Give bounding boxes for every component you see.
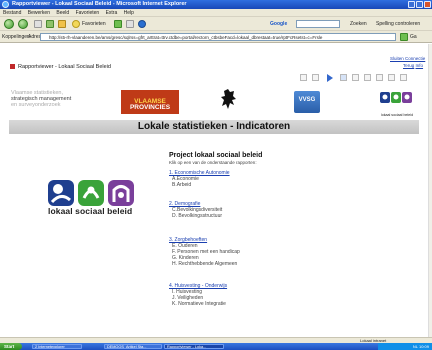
google-search-input[interactable]: [296, 20, 340, 28]
brand-caption: lokaal sociaal beleid: [48, 206, 133, 216]
report-item-normatieve-integratie[interactable]: K. Normatieve Integratie: [169, 301, 227, 307]
address-bar: Koppelingen Adres http://s5-rh-vlaandere…: [0, 31, 432, 43]
go-label[interactable]: Ga: [410, 33, 417, 41]
category-economische-autonomie: 1. Economische Autonomie A.Economie B.Ar…: [169, 170, 230, 188]
window-titlebar: Rapportviewer - Lokaal Sociaal Beleid - …: [0, 0, 432, 9]
menu-item-extra[interactable]: Extra: [106, 10, 118, 16]
logos-strip: Vlaamse statistieken, strategisch manage…: [9, 88, 419, 118]
first-page-icon[interactable]: [352, 74, 359, 81]
go-icon[interactable]: [400, 33, 408, 41]
taskbar-button-internetexplorer[interactable]: 2 Internetexplorer: [32, 344, 82, 349]
vlaamse-provincies-logo: VLAAMSE PROVINCIES: [121, 90, 179, 114]
start-button[interactable]: Start: [0, 343, 22, 350]
favorites-star-icon[interactable]: [72, 20, 80, 28]
taskbar-button-rapportviewer[interactable]: Rapportviewer - Loka...: [164, 344, 224, 349]
menu-item-favorieten[interactable]: Favorieten: [76, 10, 100, 16]
refresh-report-icon[interactable]: [340, 74, 347, 81]
mail-icon[interactable]: [126, 20, 134, 28]
app-logo-icon: [10, 64, 15, 69]
close-button[interactable]: [424, 1, 431, 8]
menu-item-bestand[interactable]: Bestand: [3, 10, 21, 16]
export-icon[interactable]: [300, 74, 307, 81]
taskbar-button-artikel[interactable]: DEMOOS_Artikel Sta...: [104, 344, 162, 349]
project-title: Project lokaal sociaal beleid: [169, 152, 263, 159]
links-label[interactable]: Koppelingen: [2, 33, 30, 41]
vertical-scrollbar[interactable]: [428, 44, 432, 337]
project-subtitle: Klik op een van de onderstaande rapporte…: [169, 160, 257, 165]
search-button[interactable]: Zoeken: [350, 20, 367, 28]
menu-bar: Bestand Bewerken Beeld Favorieten Extra …: [0, 9, 432, 17]
back-link[interactable]: Terug: [403, 63, 414, 68]
category-huisvesting-onderwijs: 4. Huisvesting - Onderwijs I. Huisvestin…: [169, 283, 227, 307]
stop-icon[interactable]: [34, 20, 42, 28]
vvsg-logo: VVSG: [294, 91, 320, 113]
taskbar: Start 2 Internetexplorer DEMOOS_Artikel …: [0, 343, 432, 350]
refresh-icon[interactable]: [46, 20, 54, 28]
close-connection-link[interactable]: Sluiten Connectie: [390, 56, 425, 61]
system-tray: NL 10:09: [378, 343, 432, 350]
report-item-rechthebbende-algemeen[interactable]: H. Rechthebbende Algemeen: [169, 261, 240, 267]
report-item-arbeid[interactable]: B.Arbeid: [169, 182, 230, 188]
spelling-button[interactable]: Spelling controleren: [376, 20, 432, 28]
address-input[interactable]: http://s5-rh-vlaanderen.be/ams/gresc/sql…: [40, 33, 396, 41]
strategisch-management-text: Vlaamse statistieken, strategisch manage…: [11, 90, 72, 108]
favorites-label[interactable]: Favorieten: [82, 20, 106, 28]
report-toolbar: [300, 74, 412, 82]
window-title: Rapportviewer - Lokaal Sociaal Beleid - …: [12, 1, 187, 7]
toolbar: Favorieten Google Zoeken Spelling contro…: [0, 17, 432, 31]
play-icon[interactable]: [327, 74, 333, 82]
menu-item-help[interactable]: Help: [124, 10, 134, 16]
small-logo-caption: lokaal sociaal beleid: [380, 113, 414, 117]
prev-page-icon[interactable]: [364, 74, 371, 81]
maximize-button[interactable]: [416, 1, 423, 8]
app-title: Rapportviewer - Lokaal Sociaal Beleid: [10, 64, 111, 70]
info-link[interactable]: Info: [416, 63, 424, 68]
print-icon[interactable]: [312, 74, 319, 81]
menu-item-bewerken[interactable]: Bewerken: [28, 10, 50, 16]
page-title: Lokale statistieken - Indicatoren: [9, 120, 419, 134]
report-item-bevolkingsstructuur[interactable]: D. Bevolkingsstructuur: [169, 213, 222, 219]
back-button[interactable]: [4, 19, 14, 29]
category-zorgbehoeften: 3. Zorgbehoeften E. Ouderen F. Personen …: [169, 237, 240, 267]
lokaal-sociaal-beleid-small-logo: [380, 92, 412, 103]
next-page-icon[interactable]: [376, 74, 383, 81]
home-icon[interactable]: [58, 20, 66, 28]
category-demografie: 2. Demografie C.Bevolkingsdiversiteit D.…: [169, 201, 222, 219]
google-label: Google: [270, 21, 288, 27]
flemish-lion-logo: [221, 89, 236, 109]
msn-icon[interactable]: [138, 20, 146, 28]
zoom-icon[interactable]: [400, 74, 407, 81]
menu-item-beeld[interactable]: Beeld: [56, 10, 69, 16]
last-page-icon[interactable]: [388, 74, 395, 81]
minimize-button[interactable]: [408, 1, 415, 8]
forward-button[interactable]: [18, 19, 28, 29]
internet-explorer-icon: [2, 1, 9, 8]
address-url: http://s5-rh-vlaanderen.be/ams/gresc/sql…: [49, 35, 323, 40]
top-links: Terug Info: [403, 63, 423, 68]
history-icon[interactable]: [114, 20, 122, 28]
